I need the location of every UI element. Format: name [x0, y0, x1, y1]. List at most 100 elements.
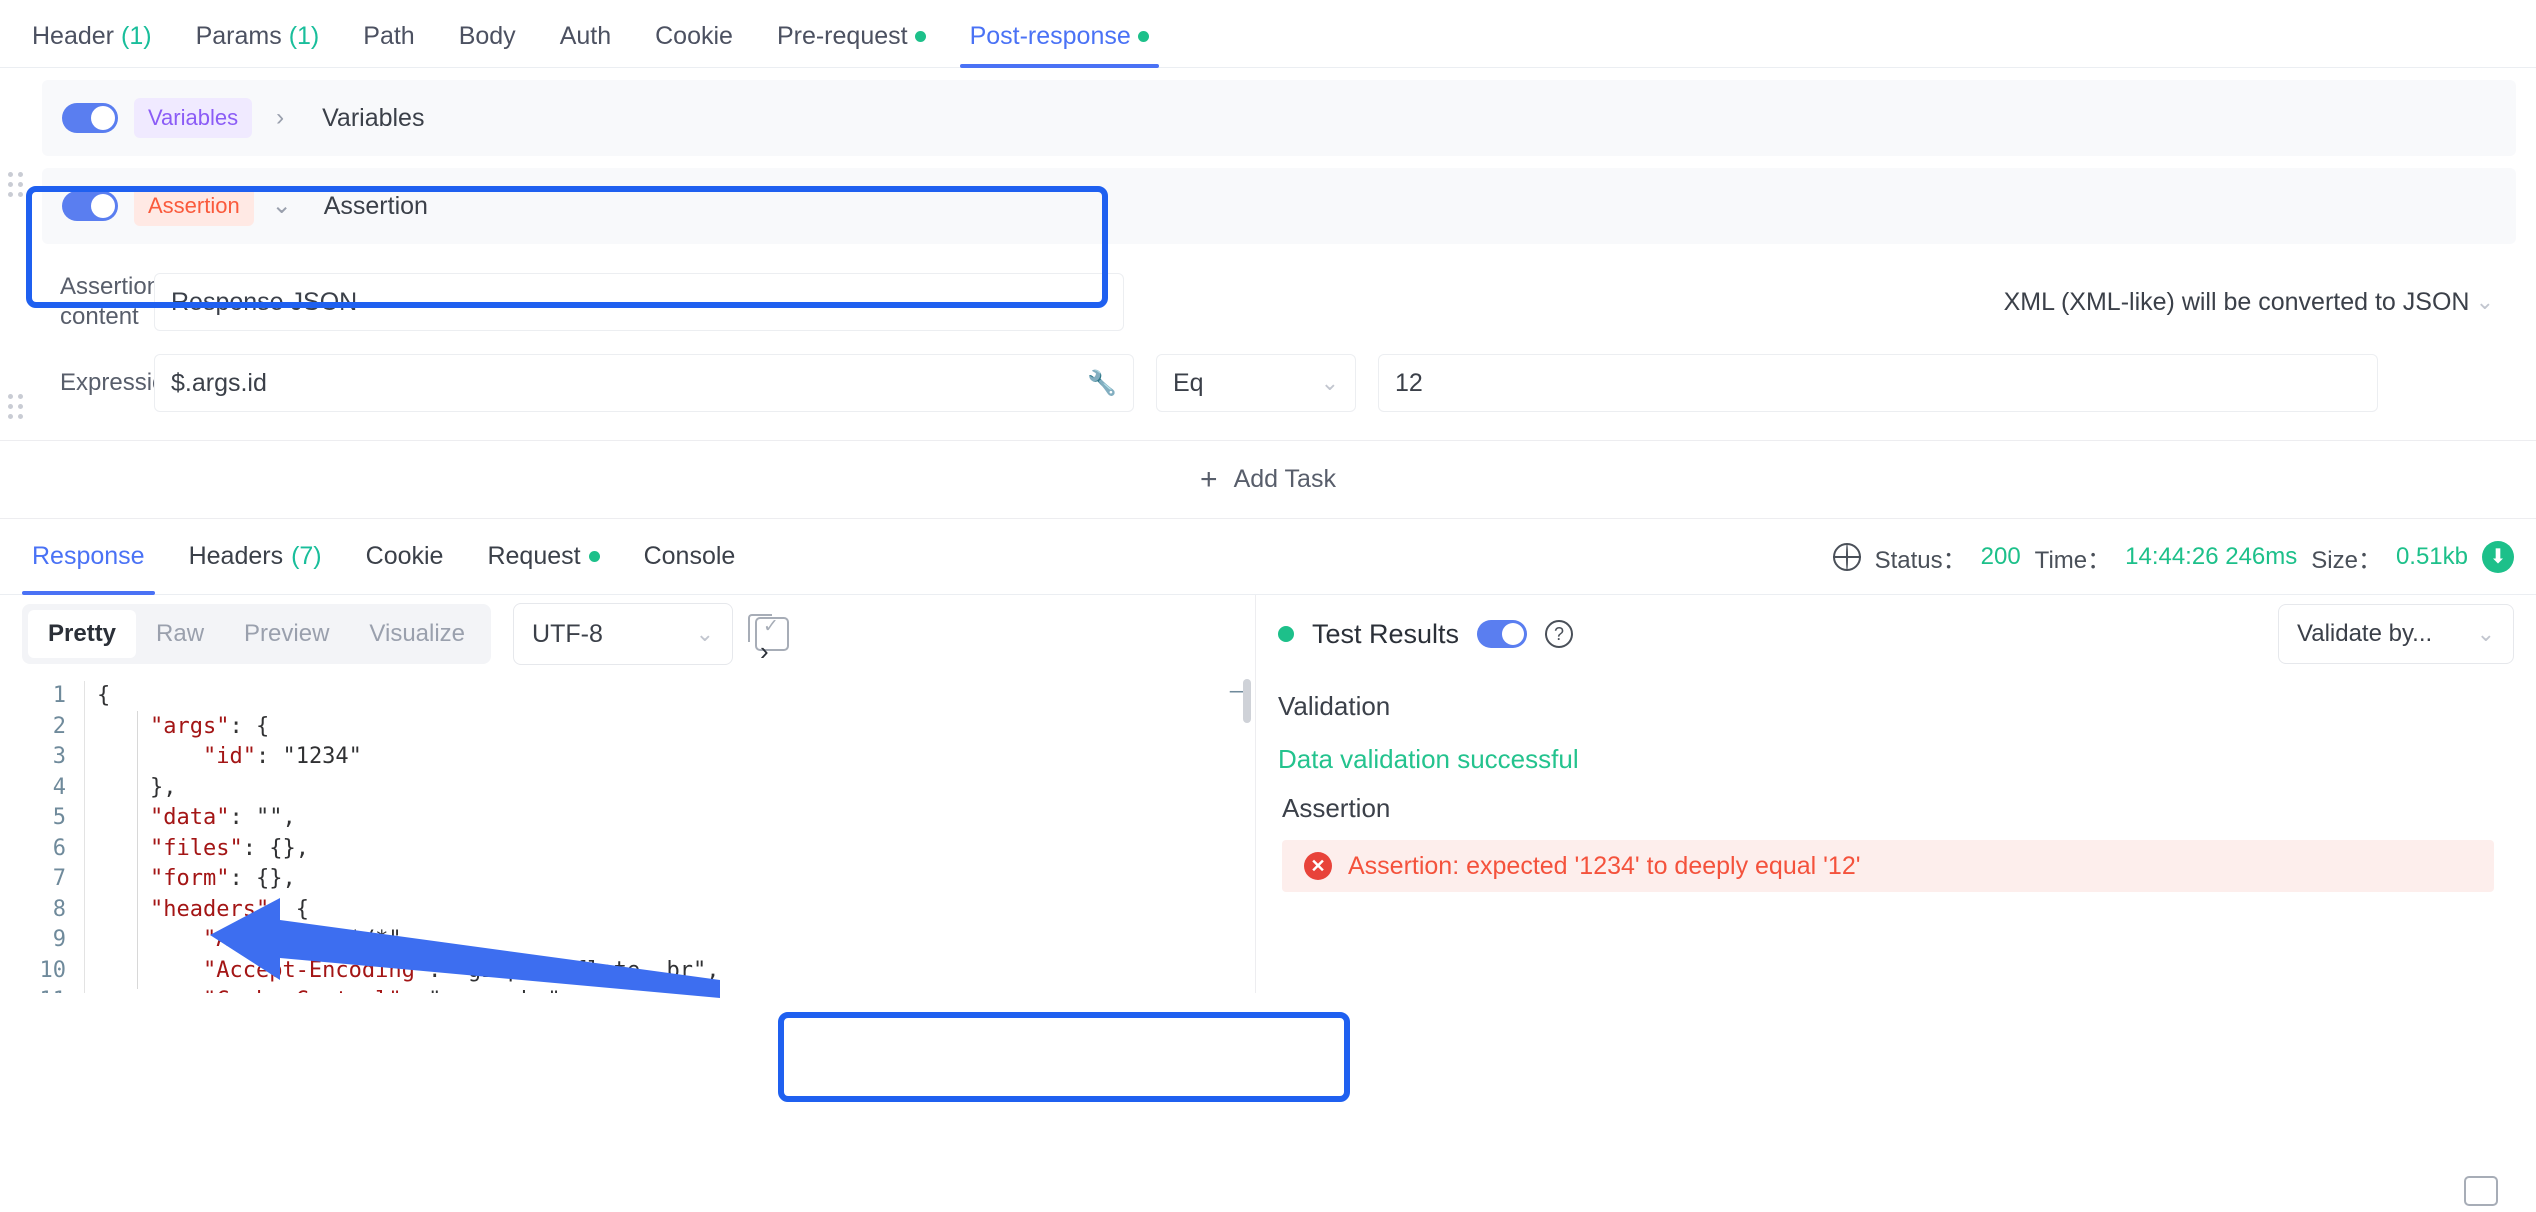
chip-assertion: Assertion — [134, 186, 254, 226]
chevron-down-icon: ⌄ — [1320, 370, 1339, 395]
line-number: 3 — [52, 744, 66, 769]
tab-body[interactable]: Body — [437, 21, 538, 67]
xml-conversion-placeholder: XML (XML-like) will be converted to JSON — [2003, 287, 2470, 316]
add-task-button[interactable]: + Add Task — [0, 441, 2536, 519]
code-line: "Accept-Encoding": "gzip, deflate, br", — [202, 957, 720, 983]
tab-path[interactable]: Path — [341, 21, 436, 67]
compare-value-input[interactable]: 12 — [1378, 354, 2378, 412]
assertion-form: Assertion content Response JSON XML (XML… — [42, 254, 2516, 422]
tab-path-label: Path — [363, 22, 415, 50]
collapse-icon[interactable]: – — [1230, 677, 1243, 708]
chevron-down-icon: ⌄ — [695, 621, 715, 646]
chevron-right-icon[interactable]: › — [268, 106, 292, 130]
annotation-chevron-icon: › — [760, 636, 769, 666]
line-number: 1 — [52, 683, 66, 708]
add-task-label: Add Task — [1233, 465, 1336, 493]
tab-request[interactable]: Request — [465, 519, 621, 595]
tab-post-response-label: Post-response — [969, 22, 1131, 50]
tab-console-label: Console — [643, 542, 736, 570]
test-results-title: Test Results — [1312, 618, 1460, 649]
line-number: 4 — [52, 774, 66, 800]
copy-icon[interactable] — [2464, 1176, 2498, 1206]
toggle-variables[interactable] — [62, 103, 118, 133]
status-dot-icon — [1278, 626, 1294, 642]
tab-header[interactable]: Header (1) — [10, 21, 174, 67]
expression-input[interactable]: $.args.id 🔧 — [154, 354, 1134, 412]
operator-select[interactable]: Eq ⌄ — [1156, 354, 1356, 412]
view-mode-preview[interactable]: Preview — [224, 610, 349, 658]
tab-console[interactable]: Console — [622, 519, 758, 595]
modified-dot-icon — [588, 551, 600, 562]
toggle-assertion[interactable] — [62, 191, 118, 221]
validation-section-title: Validation — [1278, 691, 1391, 721]
code-line: "files": {}, — [149, 835, 309, 861]
question-circle-icon[interactable]: ? — [1545, 620, 1574, 648]
tab-pre-request[interactable]: Pre-request — [755, 21, 948, 67]
tab-headers-label: Headers — [188, 542, 284, 570]
assertion-result-card: Assertion ✕ Assertion: expected '1234' t… — [1256, 775, 2536, 892]
task-variables-title: Variables — [322, 103, 425, 132]
plus-icon: + — [1200, 462, 1218, 496]
code-line: "data": "", — [149, 805, 296, 830]
tab-post-response[interactable]: Post-response — [948, 21, 1171, 68]
toggle-test-results[interactable] — [1477, 620, 1528, 648]
response-status-bar: Status： 200 Time： 14:44:26 246ms Size： 0… — [1832, 519, 2514, 595]
code-line: { — [97, 683, 111, 708]
task-assertion-title: Assertion — [323, 191, 428, 220]
status-value: 200 — [1980, 543, 2021, 570]
tab-auth-label: Auth — [559, 22, 612, 50]
validate-by-label: Validate by... — [2297, 620, 2433, 647]
view-mode-visualize[interactable]: Visualize — [349, 610, 485, 658]
post-response-panel: Header (1) Params (1) Path Body Auth Coo… — [0, 0, 2536, 1212]
validate-by-select[interactable]: Validate by... ⌄ — [2278, 604, 2514, 664]
json-code-editor[interactable]: 1 2 3 4 5 6 7 8 9 10 11 12 { "args": — [0, 673, 1255, 993]
chip-variables: Variables — [134, 98, 253, 138]
view-mode-group: Pretty Raw Preview Visualize — [22, 604, 492, 664]
line-number: 6 — [52, 835, 66, 861]
assertion-result-title: Assertion — [1282, 793, 1391, 823]
vertical-scrollbar[interactable] — [1243, 679, 1251, 723]
tab-auth[interactable]: Auth — [538, 21, 633, 67]
line-number: 9 — [52, 927, 66, 952]
tab-headers[interactable]: Headers (7) — [167, 519, 344, 595]
operator-value: Eq — [1173, 368, 1204, 397]
indent-guide — [137, 711, 138, 989]
line-number: 2 — [52, 713, 66, 739]
response-viewer: Pretty Raw Preview Visualize UTF-8 ⌄ 1 2… — [0, 595, 1256, 993]
annotation-highlight-assertion-result — [778, 1012, 1350, 1102]
validation-success-message: Data validation successful — [1278, 744, 1579, 774]
chevron-down-icon[interactable]: ⌄ — [270, 194, 294, 218]
task-assertion: Assertion ⌄ Assertion Assertion content … — [0, 168, 2536, 422]
drag-handle-assertion[interactable] — [8, 393, 28, 420]
view-mode-raw[interactable]: Raw — [136, 610, 224, 658]
assertion-error-message: Assertion: expected '1234' to deeply equ… — [1348, 851, 1861, 880]
code-line: }, — [97, 774, 177, 800]
tab-response-label: Response — [32, 542, 145, 570]
assertion-content-label: Assertion content — [60, 273, 161, 330]
xml-conversion-select[interactable]: XML (XML-like) will be converted to JSON… — [1132, 273, 2516, 331]
tab-header-label: Header — [32, 22, 114, 50]
encoding-value: UTF-8 — [532, 619, 603, 648]
line-number: 10 — [39, 957, 67, 983]
code-line: "form": {}, — [149, 866, 296, 891]
wrench-icon[interactable]: 🔧 — [1087, 369, 1117, 398]
download-icon[interactable]: ⬇ — [2482, 541, 2514, 573]
assertion-content-select[interactable]: Response JSON — [154, 273, 1124, 331]
tab-response-cookie-label: Cookie — [365, 542, 444, 570]
chevron-down-icon: ⌄ — [2476, 621, 2495, 646]
line-number: 5 — [52, 805, 66, 830]
tab-body-label: Body — [458, 22, 516, 50]
view-mode-pretty[interactable]: Pretty — [28, 610, 137, 658]
line-number: 8 — [52, 896, 66, 922]
tab-params[interactable]: Params (1) — [174, 21, 342, 67]
tab-response[interactable]: Response — [10, 519, 167, 595]
code-line: "args": { — [149, 713, 270, 739]
size-value: 0.51kb — [2395, 543, 2468, 570]
tab-response-cookie[interactable]: Cookie — [344, 519, 466, 595]
encoding-select[interactable]: UTF-8 ⌄ — [513, 603, 734, 665]
tab-cookie-label: Cookie — [655, 22, 733, 50]
tab-pre-request-label: Pre-request — [776, 22, 908, 50]
tab-cookie[interactable]: Cookie — [633, 21, 755, 67]
line-number: 11 — [0, 986, 67, 993]
tab-request-label: Request — [487, 542, 581, 570]
